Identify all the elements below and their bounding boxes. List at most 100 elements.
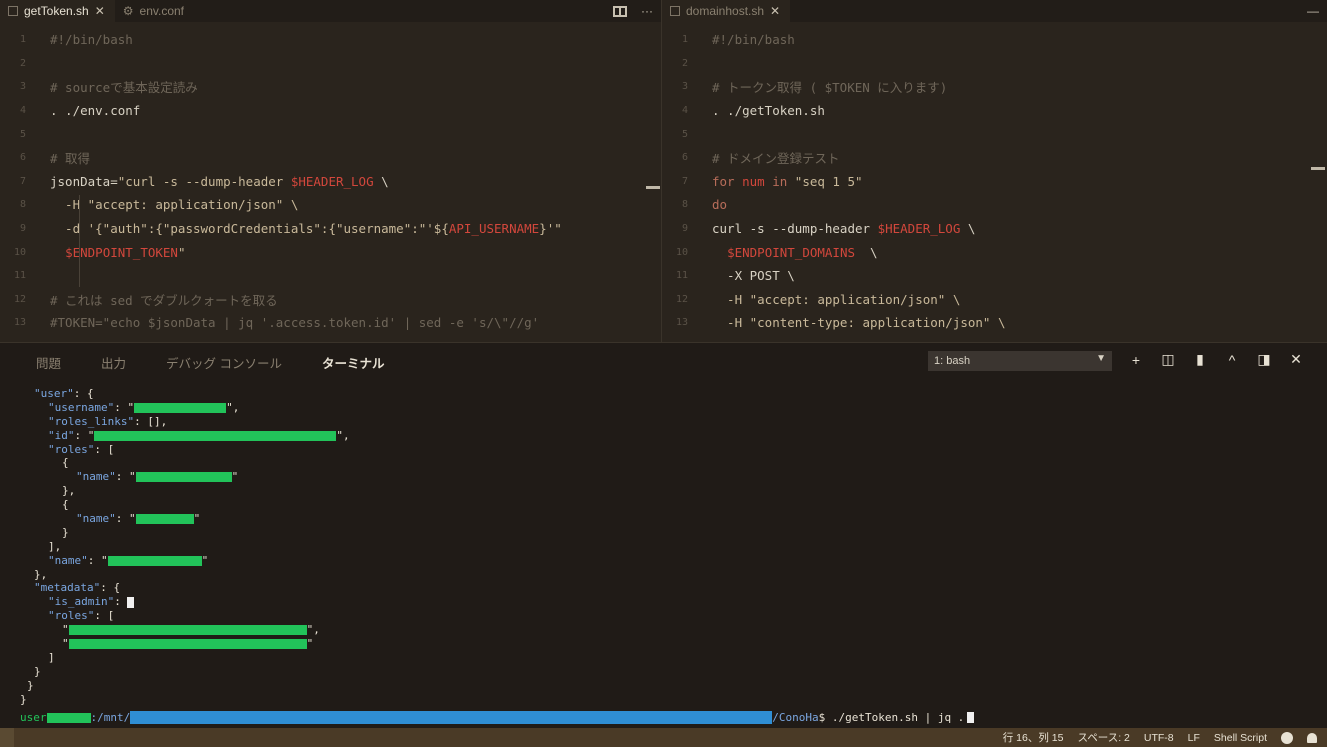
code-line[interactable]: 8 -H "accept: application/json" \ <box>0 193 661 217</box>
code-line[interactable]: 13 -H "content-type: application/json" \ <box>662 311 1327 335</box>
code-line[interactable]: 3 # sourceで基本設定読み <box>0 75 661 99</box>
scrollbar-marker <box>1311 167 1325 170</box>
line-number: 13 <box>13 317 26 329</box>
chevron-up-icon[interactable]: ^ <box>1224 352 1240 368</box>
tab-problems[interactable]: 問題 <box>36 353 61 372</box>
editor-group-left: getToken.sh ✕ ⚙ env.conf ··· 1 #!/bin/bas… <box>0 0 662 342</box>
code-line[interactable]: 7 jsonData="curl -s --dump-header $HEADER… <box>0 170 661 194</box>
code-text: $ENDPOINT_TOKEN" <box>50 245 185 260</box>
status-bar-right: 行 16、列 15 スペース: 2 UTF-8 LF Shell Script <box>1003 728 1317 747</box>
code-token: \ <box>373 173 389 189</box>
close-tab-icon[interactable]: ✕ <box>770 4 780 18</box>
terminal-line: } <box>20 526 350 540</box>
line-number: 12 <box>675 293 688 305</box>
toggle-panel-icon[interactable]: ◨ <box>1256 351 1272 368</box>
line-number: 8 <box>681 199 688 211</box>
chevron-down-icon: ▼ <box>1096 353 1106 364</box>
code-line[interactable]: 9 curl -s --dump-header $HEADER_LOG \ <box>662 217 1327 241</box>
code-token: . ./env.conf <box>50 103 141 119</box>
code-line[interactable]: 5 <box>0 122 661 146</box>
code-token: $ENDPOINT_TOKEN <box>65 244 178 260</box>
code-text: jsonData="curl -s --dump-header $HEADER_… <box>50 174 389 189</box>
code-line[interactable]: 11 -X POST \ <box>662 264 1327 288</box>
code-line[interactable]: 4 . ./env.conf <box>0 99 661 123</box>
code-line[interactable]: 11 <box>0 264 661 288</box>
code-line[interactable]: 12 # これは sed でダブルクォートを取る <box>0 288 661 312</box>
terminal-token: " <box>231 470 239 484</box>
code-text: #TOKEN="echo $jsonData | jq '.access.tok… <box>50 315 539 330</box>
remote-indicator[interactable] <box>0 728 14 747</box>
tab-gettoken-sh[interactable]: getToken.sh ✕ <box>0 0 115 22</box>
code-line[interactable]: 1 #!/bin/bash <box>662 28 1327 52</box>
code-line[interactable]: 12 -H "accept: application/json" \ <box>662 288 1327 312</box>
code-editor-right[interactable]: 1 #!/bin/bash 2 3 # トークン取得 ( $TOKEN に入ります) 4.… <box>662 28 1327 335</box>
code-line[interactable]: 13 #TOKEN="echo $jsonData | jq '.access.t… <box>0 311 661 335</box>
gear-icon: ⚙ <box>122 4 134 18</box>
bell-icon[interactable] <box>1307 732 1317 743</box>
split-terminal-icon[interactable]: ◫ <box>1160 351 1176 368</box>
tab-debug-console[interactable]: デバッグ コンソール <box>166 353 282 372</box>
code-line[interactable]: 7 for num in "seq 1 5" <box>662 170 1327 194</box>
trash-icon[interactable]: ▮ <box>1192 351 1208 368</box>
code-line[interactable]: 1 #!/bin/bash <box>0 28 661 52</box>
encoding[interactable]: UTF-8 <box>1144 732 1174 744</box>
code-line[interactable]: 6 # ドメイン登録テスト <box>662 146 1327 170</box>
tab-label: env.conf <box>139 4 185 18</box>
add-terminal-icon[interactable]: + <box>1128 352 1144 368</box>
terminal-token: } <box>62 525 69 539</box>
redacted-value <box>68 639 307 650</box>
code-line[interactable]: 2 <box>662 52 1327 76</box>
code-text: # ドメイン登録テスト <box>712 148 840 167</box>
code-line[interactable]: 5 <box>662 122 1327 146</box>
tab-env-conf[interactable]: ⚙ env.conf <box>115 0 194 22</box>
code-line[interactable]: 2 <box>0 52 661 76</box>
terminal-line: "user": { <box>20 387 350 401</box>
code-line[interactable]: 3 # トークン取得 ( $TOKEN に入ります) <box>662 75 1327 99</box>
terminal-select[interactable]: 1: bash ▼ <box>928 351 1112 371</box>
code-line[interactable]: 6 # 取得 <box>0 146 661 170</box>
code-token: "curl -s --dump-header <box>117 173 291 189</box>
line-number: 2 <box>19 57 26 69</box>
more-actions-icon[interactable]: ··· <box>641 4 653 18</box>
code-line[interactable]: 10 $ENDPOINT_TOKEN" <box>0 240 661 264</box>
text-cursor <box>127 596 135 608</box>
code-token: -H "accept: application/json" \ <box>712 291 961 307</box>
code-token: #!/bin/bash <box>50 32 133 48</box>
tab-domainhost-sh[interactable]: domainhost.sh ✕ <box>662 0 791 22</box>
terminal-token: : " <box>114 400 135 414</box>
line-number: 1 <box>681 34 688 46</box>
code-token: . ./getToken.sh <box>712 103 825 119</box>
code-token: curl -s --dump-header <box>712 221 878 237</box>
end-of-line[interactable]: LF <box>1188 732 1200 744</box>
code-text: -d '{"auth":{"passwordCredentials":{"use… <box>50 221 562 236</box>
code-line[interactable]: 10 $ENDPOINT_DOMAINS \ <box>662 240 1327 264</box>
terminal-line: "username": " ", <box>20 401 350 415</box>
terminal-token: ", <box>306 623 320 637</box>
terminal-token: : " <box>74 428 95 442</box>
terminal-output[interactable]: "user": {"username": " ", "roles_links": [… <box>20 387 350 706</box>
code-token: num <box>742 173 765 189</box>
line-number: 7 <box>681 175 688 187</box>
terminal-token: : [ <box>94 442 115 456</box>
code-editor-left[interactable]: 1 #!/bin/bash 2 3 # sourceで基本設定読み 4 . ./env.co… <box>0 28 661 335</box>
language-mode[interactable]: Shell Script <box>1214 732 1267 744</box>
code-line[interactable]: 8 do <box>662 193 1327 217</box>
terminal-token: : { <box>73 387 94 400</box>
tab-output[interactable]: 出力 <box>101 353 126 372</box>
close-icon[interactable]: ✕ <box>1288 351 1304 368</box>
code-token: API_USERNAME <box>448 221 540 237</box>
indentation[interactable]: スペース: 2 <box>1077 730 1129 745</box>
split-editor-icon[interactable] <box>613 5 627 17</box>
code-line[interactable]: 4 . ./getToken.sh <box>662 99 1327 123</box>
close-tab-icon[interactable]: ✕ <box>95 4 105 18</box>
terminal-prompt[interactable]: user :/mnt/ /ConoHa $ ./getToken.sh | jq… <box>20 711 975 724</box>
code-line[interactable]: 9 -d '{"auth":{"passwordCredentials":{"u… <box>0 217 661 241</box>
feedback-icon[interactable] <box>1281 731 1293 744</box>
code-text: # これは sed でダブルクォートを取る <box>50 290 278 309</box>
terminal-line: ], <box>20 540 350 554</box>
cursor-position[interactable]: 行 16、列 15 <box>1003 730 1064 745</box>
tab-terminal[interactable]: ターミナル <box>322 353 385 372</box>
redacted-value <box>94 430 337 441</box>
more-actions-icon[interactable]: — <box>1307 4 1319 18</box>
